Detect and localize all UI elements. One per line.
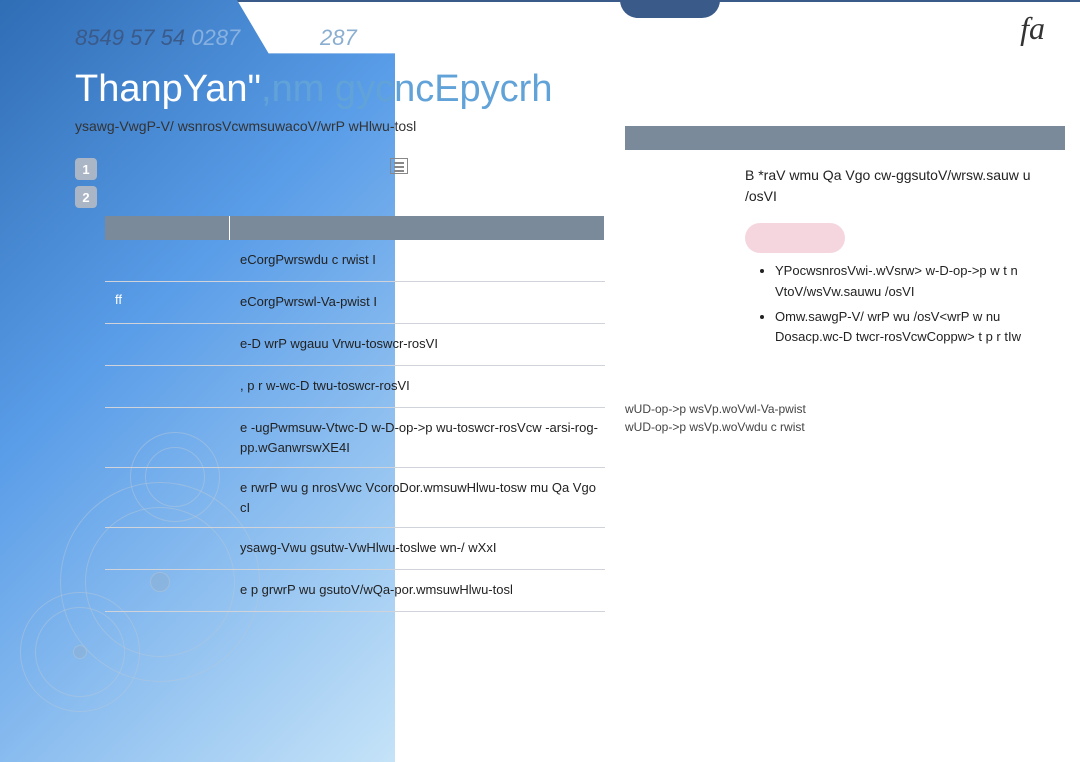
bullet-item: Omw.sawgP-V/ wrP wu /osV<wrP w nu Dosacp… bbox=[775, 307, 1065, 349]
bullet-list: YPocwsnrosVwi-.wVsrw> w-D-op->p w t n Vt… bbox=[775, 261, 1065, 348]
page-subtitle: ysawg-VwgP-V/ wsnrosVcwmsuwacoV/wrP wHlw… bbox=[75, 118, 416, 134]
table-row: e rwrP wu g nrosVwc VcoroDor.wmsuwHlwu-t… bbox=[105, 468, 605, 528]
bullet-item: YPocwsnrosVwi-.wVsrw> w-D-op->p w t n Vt… bbox=[775, 261, 1065, 303]
badge-1: 1 bbox=[75, 158, 97, 180]
number-badges: 1 2 bbox=[75, 158, 97, 214]
footer-links: wUD-op->p wsVp.woVwl-Va-pwist wUD-op->p … bbox=[625, 400, 806, 436]
table-row: , p r w-wc-D twu-toswcr-rosVI bbox=[105, 366, 605, 408]
right-header-bar bbox=[625, 126, 1065, 150]
table-row: ff eCorgPwrswl-Va-pwist I bbox=[105, 282, 605, 324]
header-numbers: 8549 57 54 0287 bbox=[75, 25, 240, 51]
table-row: eCorgPwrswdu c rwist I bbox=[105, 240, 605, 282]
right-column: B *raV wmu Qa Vgo cw-ggsutoV/wrsw.sauw u… bbox=[625, 126, 1065, 352]
header-number-small: 287 bbox=[320, 25, 357, 51]
table-row: e p grwrP wu gsutoV/wQa-por.wmsuwHlwu-to… bbox=[105, 570, 605, 612]
right-text: B *raV wmu Qa Vgo cw-ggsutoV/wrsw.sauw u… bbox=[625, 165, 1065, 217]
page-title: ThanpYan",nm gycncEpycrh bbox=[75, 68, 552, 111]
table-row: ysawg-Vwu gsutw-VwHlwu-toslwe wn-/ wXxI bbox=[105, 528, 605, 570]
badge-2: 2 bbox=[75, 186, 97, 208]
table-row: e -ugPwmsuw-Vtwc-D w-D-op->p wu-toswcr-r… bbox=[105, 408, 605, 468]
pink-highlight bbox=[745, 223, 845, 253]
top-tab-deco bbox=[620, 0, 720, 18]
list-icon bbox=[390, 158, 408, 174]
table-header bbox=[105, 216, 605, 240]
table-row: e-D wrP wgauu Vrwu-toswcr-rosVI bbox=[105, 324, 605, 366]
main-table: eCorgPwrswdu c rwist I ff eCorgPwrswl-Va… bbox=[105, 216, 605, 612]
logo: fa bbox=[1020, 10, 1045, 47]
